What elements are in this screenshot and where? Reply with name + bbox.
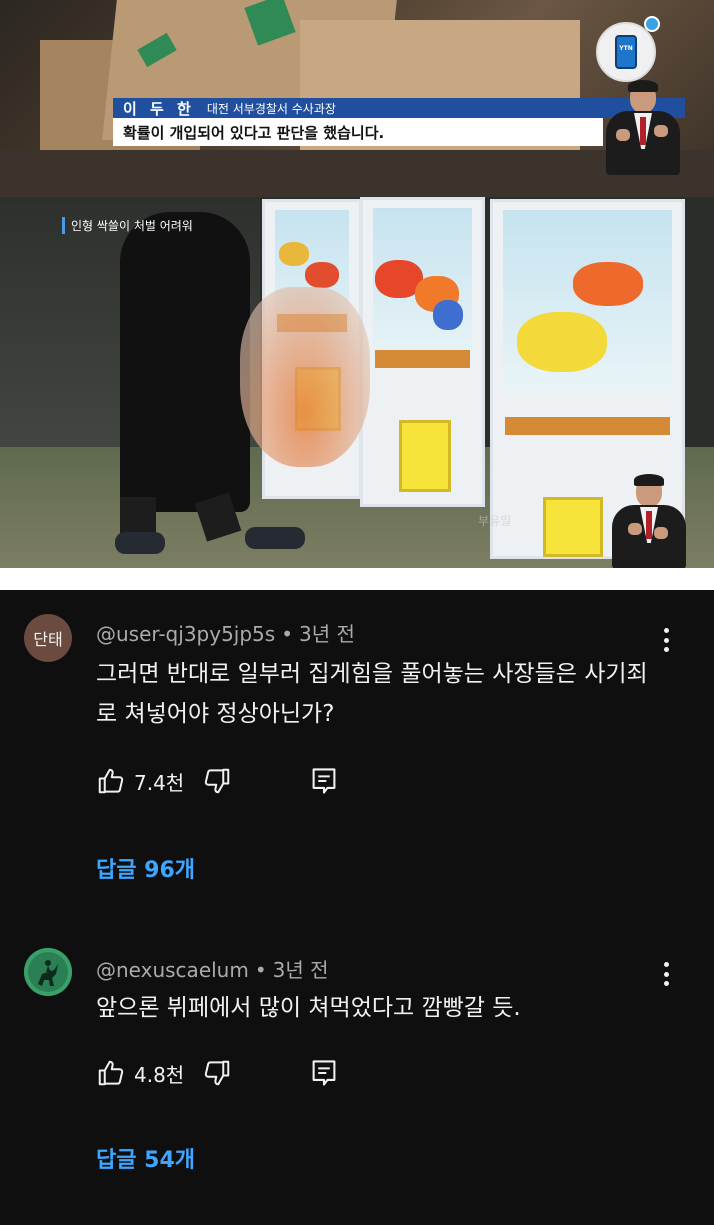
video-frame-interview: 이 두 한 대전 서부경찰서 수사과장 확률이 개입되어 있다고 판단을 했습니… (0, 0, 714, 197)
phone-icon: YTN (615, 35, 637, 69)
dislike-icon[interactable] (202, 766, 232, 796)
video-frame-claw-machines: 인형 싹쓸이 처벌 어려워 부유일 (0, 197, 714, 568)
sign-language-interpreter (598, 80, 688, 196)
reply-icon[interactable] (310, 766, 338, 796)
channel-badge-text: YTN (619, 45, 633, 52)
caption-text: 확률이 개입되어 있다고 판단을 했습니다. (123, 123, 385, 142)
speaker-name: 이 두 한 (123, 99, 195, 118)
comment-meta: @nexuscaelum • 3년 전 (96, 958, 329, 982)
avatar[interactable]: 단태 (24, 614, 72, 662)
lower-third-caption: 확률이 개입되어 있다고 판단을 했습니다. (113, 118, 603, 146)
comment-item: 단태 @user-qj3py5jp5s • 3년 전 그러면 반대로 일부러 집게힘… (0, 590, 714, 910)
like-icon[interactable] (96, 1058, 126, 1088)
person-figure (120, 212, 250, 512)
comment-actions: 7.4천 (96, 766, 338, 796)
comment-text: 그러면 반대로 일부러 집게힘을 풀어놓는 사장들은 사기죄로 쳐넣어야 정상아… (96, 661, 648, 727)
comment-author[interactable]: @user-qj3py5jp5s (96, 622, 275, 646)
sign-language-interpreter (604, 474, 694, 568)
like-count: 7.4천 (134, 770, 185, 795)
more-options-icon[interactable] (656, 626, 676, 654)
comment-meta: @user-qj3py5jp5s • 3년 전 (96, 622, 355, 646)
comment-time: 3년 전 (272, 958, 329, 982)
comment-text: 앞으론 뷔페에서 많이 쳐먹었다고 깜빵갈 듯. (96, 995, 521, 1021)
comment-author[interactable]: @nexuscaelum (96, 958, 249, 982)
view-replies-link[interactable]: 답글 54개 (96, 1142, 195, 1174)
claw-machine (360, 197, 485, 507)
comment-time: 3년 전 (299, 622, 355, 646)
plastic-bag-of-dolls (240, 287, 370, 467)
avatar[interactable] (24, 948, 72, 996)
speaker-title: 대전 서부경찰서 수사과장 (206, 101, 336, 116)
comment-actions: 4.8천 (96, 1058, 338, 1088)
call-icon (644, 16, 660, 32)
reply-icon[interactable] (310, 1058, 338, 1088)
like-count: 4.8천 (134, 1062, 185, 1087)
horse-rider-icon (24, 948, 72, 996)
news-tag: 인형 싹쓸이 처벌 어려워 (62, 217, 193, 234)
watermark: 부유일 (478, 514, 512, 528)
like-icon[interactable] (96, 766, 126, 796)
avatar-initials: 단태 (33, 630, 63, 649)
comment-item: @nexuscaelum • 3년 전 앞으론 뷔페에서 많이 쳐먹었다고 깜빵갈 … (0, 928, 714, 1225)
more-options-icon[interactable] (656, 960, 676, 988)
view-replies-link[interactable]: 답글 96개 (96, 852, 195, 884)
ytn-phone-badge: YTN (596, 22, 656, 82)
dislike-icon[interactable] (202, 1058, 232, 1088)
frame-divider (0, 568, 714, 590)
